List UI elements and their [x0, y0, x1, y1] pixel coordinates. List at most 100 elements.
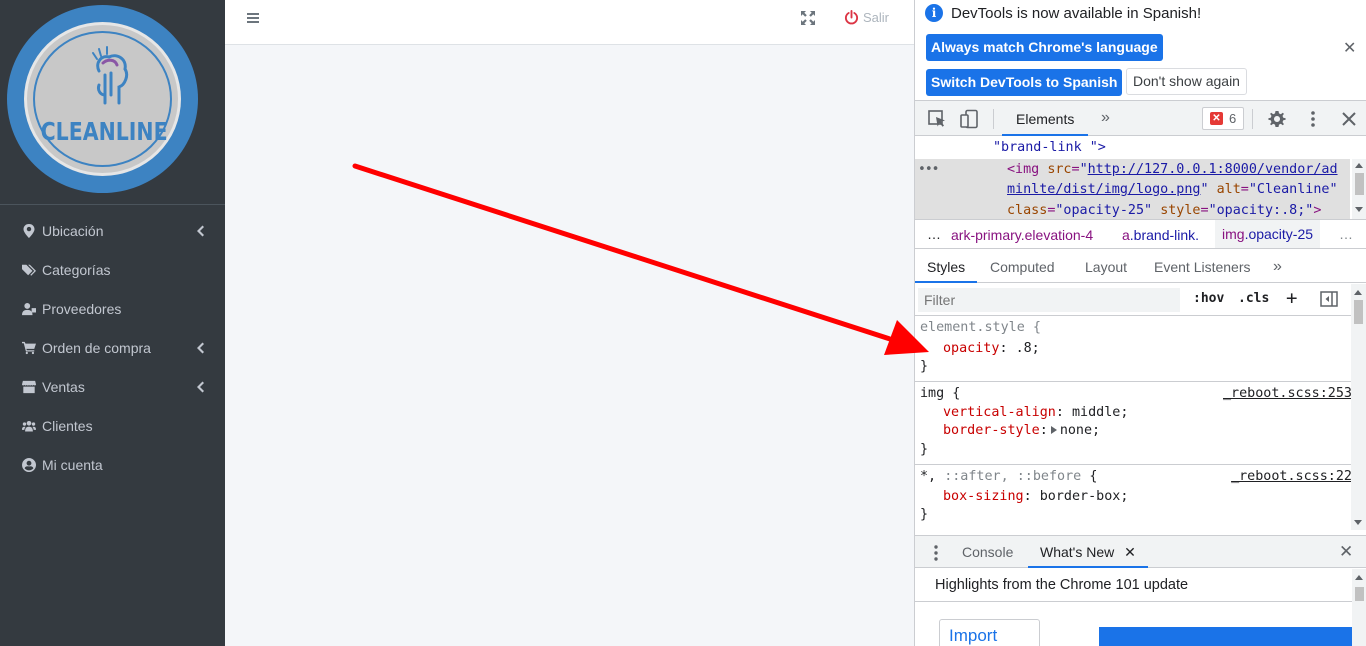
rule-close: }: [920, 507, 929, 522]
breadcrumb-aside[interactable]: ark-primary.elevation-4: [951, 227, 1093, 243]
brand-link[interactable]: CLEANLINE: [0, 0, 225, 205]
logout-label: Salir: [863, 10, 890, 25]
breadcrumb-scroll-right[interactable]: …: [1339, 226, 1353, 242]
menu-toggle-icon[interactable]: [247, 12, 259, 24]
breadcrumb-scroll-left[interactable]: …: [927, 226, 941, 242]
top-navbar: Salir: [225, 0, 914, 45]
close-drawer-icon[interactable]: ✕: [1339, 542, 1353, 562]
rule-source-link[interactable]: _reboot.scss:22: [1231, 469, 1352, 484]
styles-scrollbar[interactable]: [1351, 284, 1366, 530]
whats-new-scrollbar[interactable]: [1352, 569, 1366, 646]
tab-elements[interactable]: Elements: [1002, 101, 1089, 136]
more-tabs-icon[interactable]: »: [1101, 109, 1110, 127]
rule-img[interactable]: img { _reboot.scss:253 vertical-align: m…: [915, 383, 1352, 465]
style-declaration[interactable]: border-style: none;: [943, 423, 1100, 438]
img-src-link[interactable]: http://127.0.0.1:8000/vendor/ad: [1088, 162, 1338, 177]
match-language-button[interactable]: Always match Chrome's language: [926, 34, 1163, 61]
drawer-tabs: Console What's New ✕ ✕: [915, 535, 1366, 568]
more-subtabs-icon[interactable]: »: [1261, 250, 1294, 283]
new-rule-button[interactable]: +: [1286, 287, 1297, 309]
whats-new-panel: Highlights from the Chrome 101 update Im…: [915, 569, 1366, 646]
switch-spanish-button[interactable]: Switch DevTools to Spanish: [926, 69, 1123, 96]
rule-selector: *, ::after, ::before {: [920, 469, 1098, 484]
users-icon: [21, 418, 36, 433]
styles-pane: element.style { opacity: .8; } img { _re…: [915, 317, 1352, 530]
logo-inner-circle: CLEANLINE: [24, 22, 181, 176]
dom-line-img: <img src="http://127.0.0.1:8000/vendor/a…: [1007, 162, 1338, 177]
language-infobar: i DevTools is now available in Spanish! …: [915, 0, 1366, 101]
rule-close: }: [920, 442, 929, 457]
drawer-menu-icon[interactable]: [932, 544, 940, 562]
tab-whats-new-label: What's New: [1040, 544, 1115, 560]
sidebar-item-label: Orden de compra: [42, 339, 151, 356]
styles-filter-input[interactable]: [918, 288, 1180, 312]
breadcrumb-a[interactable]: a.brand-link.: [1122, 227, 1199, 243]
styles-subtabs: Styles Computed Layout Event Listeners »: [915, 250, 1366, 283]
tab-computed[interactable]: Computed: [978, 250, 1067, 283]
sidebar-item-label: Clientes: [42, 417, 93, 434]
user-circle-icon: [21, 457, 36, 472]
class-toggle-button[interactable]: .cls: [1238, 291, 1269, 306]
dom-scrollbar[interactable]: [1352, 159, 1366, 219]
divider: [915, 601, 1352, 602]
sidebar-item-orden-compra[interactable]: Orden de compra: [0, 328, 225, 367]
rule-close: }: [920, 359, 929, 374]
sidebar-item-clientes[interactable]: Clientes: [0, 406, 225, 445]
import-button[interactable]: Import: [939, 619, 1040, 646]
tab-layout[interactable]: Layout: [1073, 250, 1139, 283]
gear-icon[interactable]: [1267, 109, 1287, 129]
close-tab-icon[interactable]: ✕: [1124, 544, 1136, 560]
chevron-left-icon: [196, 380, 204, 393]
dom-line-img-cont: minlte/dist/img/logo.png" alt="Cleanline…: [1007, 182, 1338, 197]
style-declaration[interactable]: box-sizing: border-box;: [943, 489, 1128, 504]
error-counter[interactable]: ✕ 6: [1202, 107, 1245, 130]
tab-event-listeners[interactable]: Event Listeners: [1142, 250, 1263, 283]
dom-node-actions[interactable]: •••: [918, 162, 940, 177]
sidebar-item-ventas[interactable]: Ventas: [0, 367, 225, 406]
kebab-menu-icon[interactable]: [1303, 109, 1323, 129]
toolbar-separator: [1252, 109, 1253, 129]
sidebar-item-categorias[interactable]: Categorías: [0, 250, 225, 289]
whats-new-banner-image: [1099, 627, 1354, 646]
rule-selector: img {: [920, 386, 961, 401]
hover-state-button[interactable]: :hov: [1193, 291, 1224, 306]
store-icon: [21, 379, 36, 394]
dom-breadcrumbs: … ark-primary.elevation-4 a.brand-link. …: [915, 219, 1366, 249]
sidebar-item-mi-cuenta[interactable]: Mi cuenta: [0, 445, 225, 484]
style-declaration[interactable]: vertical-align: middle;: [943, 405, 1128, 420]
close-devtools-icon[interactable]: [1339, 109, 1359, 129]
breadcrumb-img[interactable]: img.opacity-25: [1215, 220, 1321, 248]
rule-selector: element.style {: [920, 320, 1041, 335]
sidebar-item-proveedores[interactable]: Proveedores: [0, 289, 225, 328]
dom-line-brand-link[interactable]: "brand-link ">: [993, 140, 1106, 155]
fullscreen-icon[interactable]: [801, 11, 815, 25]
devtools-toolbar: Elements » ✕ 6: [915, 101, 1366, 136]
devtools-panel: i DevTools is now available in Spanish! …: [914, 0, 1366, 646]
tab-console[interactable]: Console: [950, 536, 1025, 568]
style-declaration[interactable]: opacity: .8;: [943, 341, 1040, 356]
sidebar-item-ubicacion[interactable]: Ubicación: [0, 211, 225, 250]
sidebar-nav: Ubicación Categorías Proveedores Orden d…: [0, 211, 225, 484]
computed-sidebar-toggle-icon[interactable]: [1320, 291, 1338, 307]
rule-source-link[interactable]: _reboot.scss:253: [1223, 386, 1352, 401]
rule-universal[interactable]: *, ::after, ::before { _reboot.scss:22 b…: [915, 466, 1352, 530]
chevron-left-icon: [196, 224, 204, 237]
cart-plus-icon: [21, 340, 36, 355]
img-src-link[interactable]: minlte/dist/img/logo.png: [1007, 182, 1200, 197]
user-tie-icon: [21, 301, 36, 316]
rule-element-style[interactable]: element.style { opacity: .8; }: [915, 317, 1352, 382]
device-toolbar-icon[interactable]: [959, 109, 979, 129]
expand-triangle-icon[interactable]: [1050, 426, 1057, 434]
infobar-close-icon[interactable]: ✕: [1343, 38, 1356, 58]
chevron-left-icon: [196, 341, 204, 354]
logout-button[interactable]: Salir: [844, 10, 889, 25]
info-icon: i: [925, 4, 943, 22]
tags-icon: [21, 262, 36, 277]
dom-line-img-attrs: class="opacity-25" style="opacity:.8;">: [1007, 203, 1322, 218]
tab-styles[interactable]: Styles: [915, 250, 978, 283]
error-icon: ✕: [1210, 112, 1223, 125]
tab-whats-new[interactable]: What's New ✕: [1028, 536, 1148, 568]
dont-show-again-button[interactable]: Don't show again: [1126, 68, 1247, 95]
inspect-element-icon[interactable]: [927, 109, 947, 129]
sidebar-item-label: Proveedores: [42, 300, 122, 317]
